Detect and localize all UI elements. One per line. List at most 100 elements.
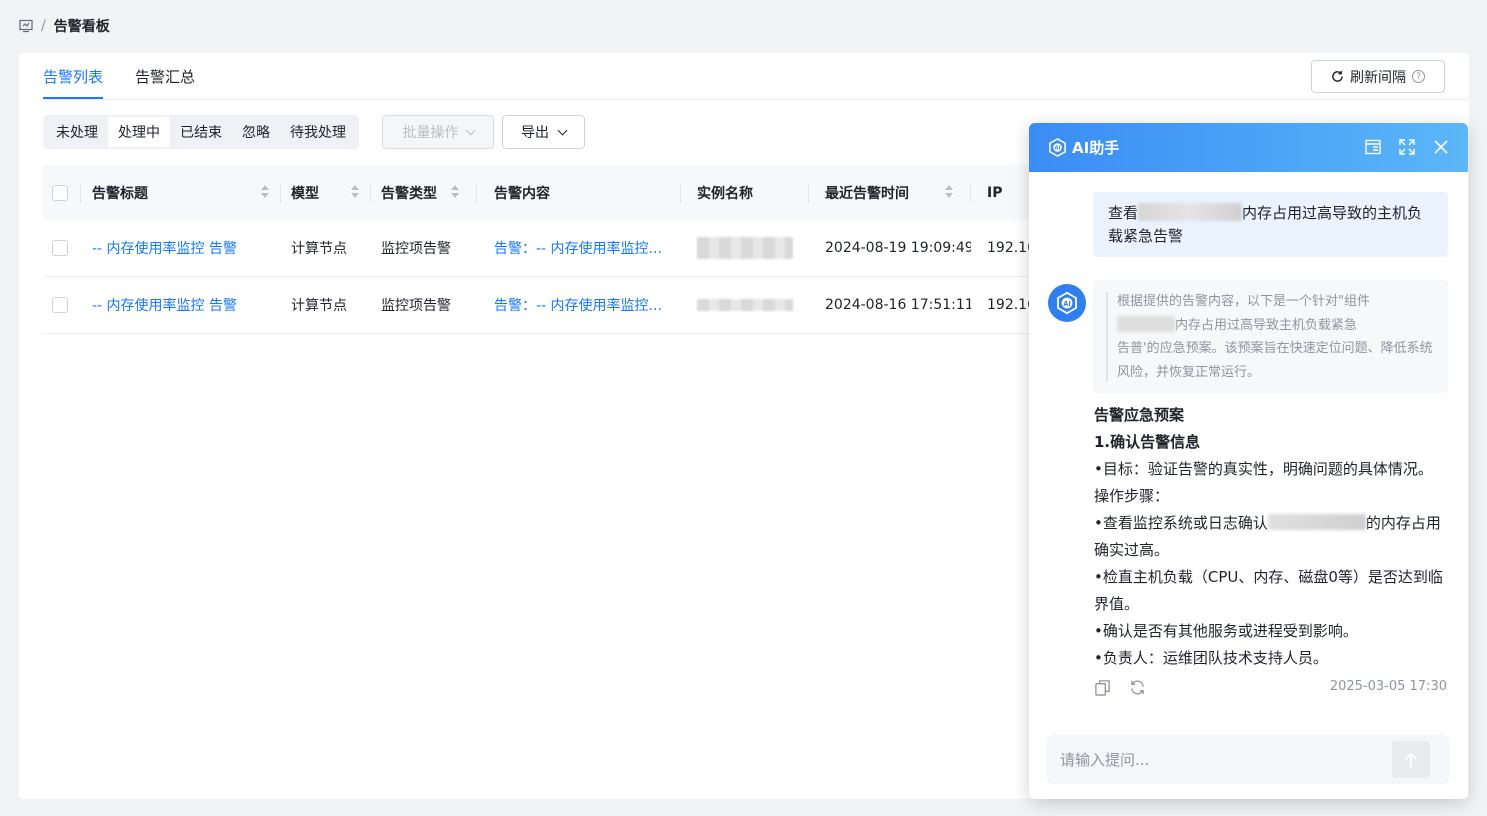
export-button[interactable]: 导出 [502,115,585,149]
column-header: 实例名称 [681,165,809,220]
svg-text:AI: AI [1055,146,1061,152]
batch-actions-label: 批量操作 [402,125,459,141]
header-checkbox-cell [43,165,81,220]
thinking-line: 根据提供的告警内容，以下是一个针对"组件 [1117,294,1370,309]
thinking-text: 内存占用过高导致主机负载紧急 [1175,317,1358,333]
breadcrumb-current: 告警看板 [53,19,110,35]
user-message-prefix: 查看 [1108,204,1139,222]
filter-unprocessed[interactable]: 未处理 [46,117,108,147]
question-input[interactable] [1047,735,1387,784]
alert-model: 计算节点 [291,241,347,257]
message-tools [1094,679,1146,696]
refresh-interval-label: 刷新间隔 [1350,69,1406,86]
ai-logo-icon: AI [1057,291,1077,315]
close-icon[interactable] [1432,138,1450,156]
answer-goal: •目标：验证告警的真实性，明确问题的具体情况。 [1094,460,1433,478]
alert-title-link[interactable]: -- 内存使用率监控 告警 [81,220,281,276]
sort-icon[interactable] [945,185,953,201]
export-label: 导出 [521,125,549,141]
user-message-bubble: 查看 内存占用过高导致的主机负载紧急告警 [1093,192,1448,257]
row-checkbox-cell [43,220,81,276]
send-button[interactable] [1392,741,1430,778]
ai-bot-avatar: AI [1048,284,1086,322]
column-header: 告警内容 [477,165,681,220]
answer-section-title: 1.确认告警信息 [1094,433,1201,451]
step-text: •查看监控系统或日志确认 [1094,514,1268,532]
help-icon[interactable]: ? [1412,70,1425,83]
alert-type: 监控项告警 [381,298,451,314]
ai-panel-header: AI AI助手 [1029,123,1468,172]
filter-finished[interactable]: 已结束 [170,117,232,147]
redacted-block [697,237,793,259]
ai-panel-title: AI助手 [1072,139,1120,157]
breadcrumb: / 告警看板 [0,0,1487,52]
alert-time: 2024-08-16 17:51:11 [825,297,971,313]
column-model-label: 模型 [291,185,319,202]
refresh-interval-button[interactable]: 刷新间隔 ? [1311,60,1445,93]
row-checkbox[interactable] [52,240,68,256]
tab-bar: 告警列表 告警汇总 [43,53,227,99]
dashboard-icon[interactable] [19,19,33,33]
alert-table: 告警标题 模型 告警类型 告警内容 实例名称 最近告警时间 IP -- 内存使用… [43,165,1063,334]
svg-text:AI: AI [1063,300,1071,308]
sort-icon[interactable] [351,185,359,201]
thinking-line: 内存占用过高导致主机负载紧急 [1117,314,1438,338]
redacted-block [1138,203,1243,221]
thinking-line: 告普'的应急预案。该预案旨在快速定位问题、降低系统风险，并恢复正常运行。 [1117,341,1433,380]
ai-assistant-panel: AI AI助手 查看 内存占用过高导致的主机负载紧急告警 AI 根据提供的告警内容… [1029,123,1468,799]
answer-owner: •负责人：运维团队技术支持人员。 [1094,649,1328,667]
redacted-block [697,299,793,311]
fullscreen-icon[interactable] [1398,138,1416,156]
batch-actions-button[interactable]: 批量操作 [382,115,494,149]
table-row[interactable]: -- 内存使用率监控 告警 计算节点 监控项告警 告警：-- 内存使用率监控..… [43,277,1063,334]
column-header[interactable]: 模型 [281,165,371,220]
status-filter: 未处理 处理中 已结束 忽略 待我处理 [43,115,359,149]
arrow-up-icon [1405,752,1417,767]
answer-step: •查看监控系统或日志确认 的内存占用确实过高。 [1094,510,1454,564]
chevron-down-icon [557,125,568,135]
answer-heading: 告警应急预案 [1094,406,1185,424]
alert-time: 2024-08-19 19:09:49 [825,240,971,256]
column-instance-label: 实例名称 [697,185,753,202]
answer-steps-label: 操作步骤： [1094,487,1170,505]
alert-content-link[interactable]: 告警：-- 内存使用率监控... [477,277,681,333]
column-header[interactable]: 告警类型 [371,165,477,220]
filter-assigned-to-me[interactable]: 待我处理 [280,117,356,147]
instance-name-redacted [681,277,809,333]
alert-content-link[interactable]: 告警：-- 内存使用率监控... [477,220,681,276]
filter-ignored[interactable]: 忽略 [232,117,280,147]
sort-icon[interactable] [261,185,269,201]
table-header: 告警标题 模型 告警类型 告警内容 实例名称 最近告警时间 IP [43,165,1063,220]
message-timestamp: 2025-03-05 17:30 [1329,679,1447,694]
sort-icon[interactable] [451,185,459,201]
column-time-label: 最近告警时间 [825,185,909,202]
alert-title-link[interactable]: -- 内存使用率监控 告警 [81,277,281,333]
tab-alert-summary[interactable]: 告警汇总 [135,66,195,99]
refresh-icon [1332,70,1343,82]
redacted-block [1117,315,1175,332]
table-row[interactable]: -- 内存使用率监控 告警 计算节点 监控项告警 告警：-- 内存使用率监控..… [43,220,1063,277]
column-title-label: 告警标题 [92,185,148,202]
column-type-label: 告警类型 [381,185,437,202]
new-window-icon[interactable] [1364,138,1382,156]
ai-answer: 告警应急预案 1.确认告警信息 •目标：验证告警的真实性，明确问题的具体情况。 … [1094,402,1454,672]
select-all-checkbox[interactable] [52,184,68,201]
chevron-down-icon [465,125,475,135]
regenerate-icon[interactable] [1129,679,1146,696]
column-header[interactable]: 最近告警时间 [809,165,971,220]
column-ip-label: IP [987,184,1003,201]
filter-processing[interactable]: 处理中 [108,117,170,147]
column-header[interactable]: 告警标题 [81,165,281,220]
row-checkbox[interactable] [52,297,68,313]
answer-step: •确认是否有其他服务或进程受到影响。 [1094,622,1358,640]
question-input-box [1047,735,1449,784]
redacted-block [1267,514,1366,530]
ai-logo-icon: AI [1049,138,1066,157]
copy-icon[interactable] [1094,679,1111,696]
tabs-divider [43,99,1469,100]
row-checkbox-cell [43,277,81,333]
instance-name-redacted [681,220,809,276]
answer-step: •检直主机负载（CPU、内存、磁盘0等）是否达到临界值。 [1094,568,1443,613]
tab-alert-list[interactable]: 告警列表 [43,66,104,99]
breadcrumb-separator: / [41,18,46,34]
